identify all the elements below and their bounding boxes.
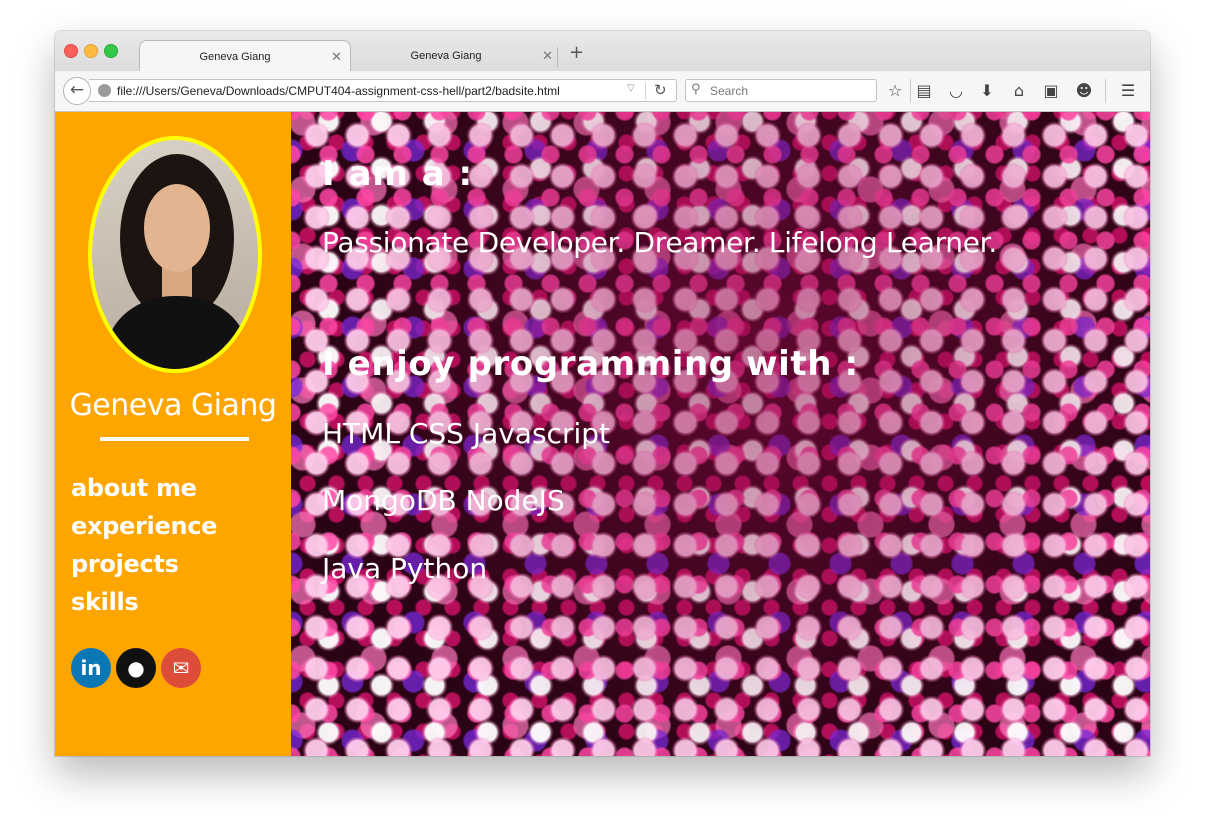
search-icon: ⚲ bbox=[691, 82, 701, 97]
url-separator bbox=[645, 83, 646, 99]
history-dropdown-icon[interactable]: ▽ bbox=[627, 83, 635, 94]
reload-icon[interactable]: ↻ bbox=[654, 81, 667, 99]
avatar-body bbox=[106, 296, 248, 369]
nav-item-about-me[interactable]: about me bbox=[71, 469, 217, 507]
name-underline bbox=[100, 437, 249, 441]
emoji-icon[interactable]: ☻ bbox=[1073, 80, 1095, 102]
new-tab-button[interactable]: + bbox=[569, 42, 584, 63]
main-panel: I am a : Passionate Developer. Dreamer. … bbox=[291, 112, 1150, 756]
nav-item-experience[interactable]: experience bbox=[71, 507, 217, 545]
skill-line: MongoDB NodeJS bbox=[322, 484, 565, 517]
linkedin-glyph: in bbox=[80, 656, 102, 680]
skill-line: HTML CSS Javascript bbox=[322, 417, 610, 450]
globe-icon bbox=[98, 84, 111, 97]
home-icon[interactable]: ⌂ bbox=[1008, 80, 1030, 102]
nav-item-projects[interactable]: projects bbox=[71, 545, 217, 583]
avatar-face bbox=[144, 184, 210, 272]
tab-active[interactable]: Geneva Giang ✕ bbox=[139, 40, 351, 72]
sidebar: Geneva Giang about me experience project… bbox=[55, 112, 291, 756]
minimize-window-button[interactable] bbox=[84, 44, 98, 58]
tagline: Passionate Developer. Dreamer. Lifelong … bbox=[322, 226, 997, 259]
screenshot-icon[interactable]: ▣ bbox=[1040, 80, 1062, 102]
reading-list-icon[interactable]: ▤ bbox=[913, 80, 935, 102]
email-icon[interactable]: ✉ bbox=[161, 648, 201, 688]
pocket-icon[interactable]: ◡ bbox=[945, 80, 967, 102]
url-bar[interactable]: file:///Users/Geneva/Downloads/CMPUT404-… bbox=[89, 79, 677, 102]
page-content: Geneva Giang about me experience project… bbox=[55, 112, 1150, 756]
nav-item-skills[interactable]: skills bbox=[71, 583, 217, 621]
search-input[interactable] bbox=[710, 83, 870, 99]
url-text[interactable]: file:///Users/Geneva/Downloads/CMPUT404-… bbox=[117, 84, 560, 98]
tab-title: Geneva Giang bbox=[410, 50, 482, 62]
download-icon[interactable]: ⬇ bbox=[976, 80, 998, 102]
intro-heading: I am a : bbox=[322, 154, 474, 194]
browser-window: Geneva Giang ✕ Geneva Giang ✕ + file:///… bbox=[55, 31, 1150, 756]
email-glyph: ✉ bbox=[172, 656, 190, 680]
zoom-window-button[interactable] bbox=[104, 44, 118, 58]
github-glyph: ● bbox=[127, 656, 145, 680]
back-arrow-icon: ← bbox=[69, 80, 85, 100]
hamburger-menu-icon[interactable]: ☰ bbox=[1117, 80, 1139, 102]
tab-divider bbox=[557, 47, 558, 67]
tab-close-icon[interactable]: ✕ bbox=[542, 48, 553, 64]
bookmark-star-icon[interactable]: ☆ bbox=[884, 80, 906, 102]
profile-name: Geneva Giang bbox=[69, 388, 277, 423]
tab-title: Geneva Giang bbox=[199, 51, 271, 63]
github-icon[interactable]: ● bbox=[116, 648, 156, 688]
toolbar-separator bbox=[910, 79, 911, 103]
navigation-toolbar: file:///Users/Geneva/Downloads/CMPUT404-… bbox=[55, 71, 1150, 112]
avatar bbox=[88, 136, 262, 373]
tab-inactive[interactable]: Geneva Giang ✕ bbox=[351, 40, 561, 71]
close-window-button[interactable] bbox=[64, 44, 78, 58]
programming-heading: I enjoy programming with : bbox=[322, 344, 859, 384]
tab-strip: Geneva Giang ✕ Geneva Giang ✕ + bbox=[55, 31, 1150, 72]
back-button[interactable]: ← bbox=[63, 77, 91, 105]
tab-close-icon[interactable]: ✕ bbox=[331, 49, 342, 65]
skill-line: Java Python bbox=[322, 552, 488, 585]
linkedin-icon[interactable]: in bbox=[71, 648, 111, 688]
toolbar-separator bbox=[1105, 79, 1106, 103]
search-bar[interactable]: ⚲ bbox=[685, 79, 877, 102]
sidebar-nav: about me experience projects skills bbox=[71, 469, 217, 621]
